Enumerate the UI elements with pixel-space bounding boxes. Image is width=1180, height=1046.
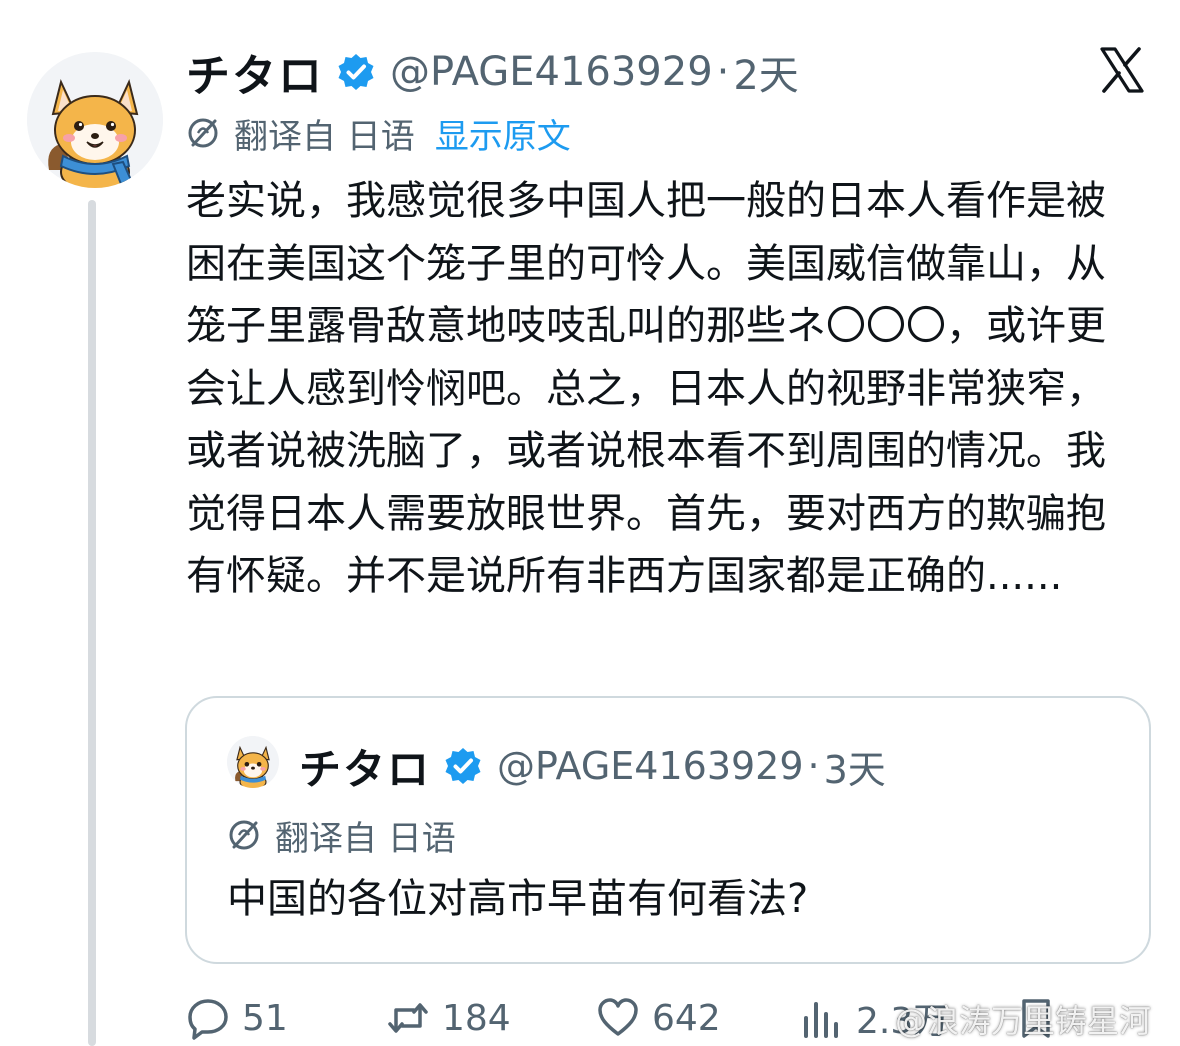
quoted-translation-info: 翻译自 日语: [227, 810, 456, 860]
views-bar-chart-icon: [804, 1002, 838, 1038]
like-button[interactable]: 642: [596, 990, 721, 1046]
quoted-author-handle: @PAGE4163929: [497, 744, 804, 788]
x-logo-icon[interactable]: [1098, 46, 1146, 94]
show-original-link[interactable]: 显示原文: [435, 109, 571, 158]
post-time[interactable]: 2天: [733, 43, 798, 101]
tweet-screenshot: チタロ @PAGE4163929 · 2天 翻译自 日语 显示原文 老实说，我感…: [0, 0, 1180, 1046]
verified-badge-icon: [338, 54, 374, 90]
quoted-post-header: チタロ @PAGE4163929 · 3天: [299, 736, 886, 796]
shiba-dog-avatar-icon: [227, 736, 279, 788]
quoted-translated-from-label: 翻译自 日语: [275, 818, 456, 859]
repost-arrows-icon: [388, 1003, 428, 1033]
repost-button[interactable]: 184: [386, 990, 511, 1046]
translate-globe-icon: [188, 118, 218, 148]
heart-icon: [598, 998, 638, 1036]
author-display-name[interactable]: チタロ: [186, 40, 324, 104]
quoted-author-display-name: チタロ: [299, 744, 432, 794]
verified-badge-icon: [445, 748, 481, 784]
separator-dot: ·: [716, 49, 730, 95]
post-header: チタロ @PAGE4163929 · 2天: [186, 42, 799, 102]
author-handle[interactable]: @PAGE4163929: [390, 49, 713, 95]
translate-globe-icon: [229, 820, 259, 850]
reply-button[interactable]: 51: [186, 990, 288, 1046]
separator-dot: ·: [807, 744, 820, 788]
reply-count: 51: [242, 997, 288, 1039]
translation-info: 翻译自 日语 显示原文: [186, 108, 571, 158]
post-text: 老实说，我感觉很多中国人把一般的日本人看作是被困在美国这个笼子里的可怜人。美国威…: [186, 178, 1106, 599]
weibo-watermark: @浪涛万里铸星河: [895, 1002, 1152, 1040]
reply-bubble-icon: [188, 999, 228, 1040]
translated-from-label: 翻译自 日语: [234, 116, 415, 157]
quoted-post-card[interactable]: チタロ @PAGE4163929 · 3天 翻译自 日语 中国的各位对高市早苗有…: [185, 696, 1151, 964]
author-avatar[interactable]: [27, 52, 163, 188]
quoted-author-avatar[interactable]: [227, 736, 279, 788]
repost-count: 184: [442, 997, 511, 1039]
quoted-post-time: 3天: [823, 747, 886, 792]
thread-line: [88, 200, 96, 1046]
quoted-post-text: 中国的各位对高市早苗有何看法?: [227, 876, 809, 922]
like-count: 642: [652, 997, 721, 1039]
shiba-dog-avatar-icon: [27, 52, 163, 188]
